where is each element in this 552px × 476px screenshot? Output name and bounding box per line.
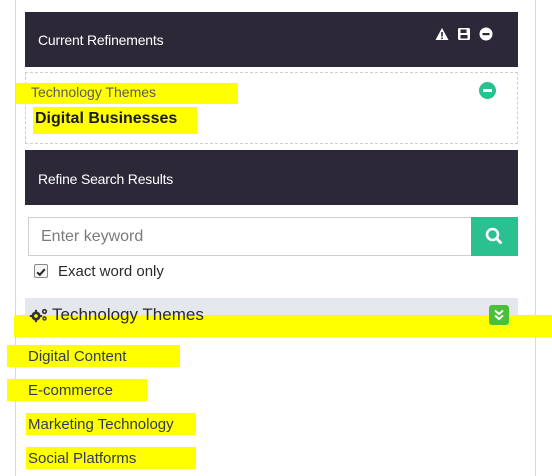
- warning-icon[interactable]: [435, 27, 449, 41]
- refine-search-header: Refine Search Results: [25, 150, 518, 205]
- facet-option[interactable]: Digital Content: [28, 348, 126, 365]
- cogs-icon: [29, 307, 49, 323]
- facet-collapse-toggle[interactable]: [489, 305, 509, 325]
- refinements-panel: Current Refinements Technology Themes Di…: [0, 0, 552, 476]
- exact-word-label: Exact word only: [58, 263, 164, 280]
- remove-refinement-icon[interactable]: [479, 82, 496, 99]
- search-button[interactable]: [471, 217, 518, 256]
- header-actions: [435, 26, 493, 42]
- refinement-category: Technology Themes: [31, 84, 157, 100]
- chevron-down-double-icon: [494, 309, 504, 321]
- current-refinements-title: Current Refinements: [38, 32, 164, 48]
- search-icon: [485, 227, 502, 244]
- exact-word-checkbox[interactable]: [34, 264, 48, 278]
- checkmark-icon: [36, 268, 46, 277]
- facet-option[interactable]: Marketing Technology: [28, 416, 174, 433]
- minus-circle-icon[interactable]: [479, 27, 493, 41]
- current-refinements-header: Current Refinements: [25, 12, 518, 67]
- refine-search-title: Refine Search Results: [38, 171, 174, 187]
- keyword-search-input[interactable]: [28, 217, 471, 256]
- facet-option[interactable]: E-commerce: [28, 382, 113, 399]
- facet-title: Technology Themes: [52, 305, 204, 324]
- refinement-value: Digital Businesses: [35, 110, 178, 127]
- save-icon[interactable]: [457, 27, 471, 41]
- facet-option[interactable]: Social Platforms: [28, 450, 136, 467]
